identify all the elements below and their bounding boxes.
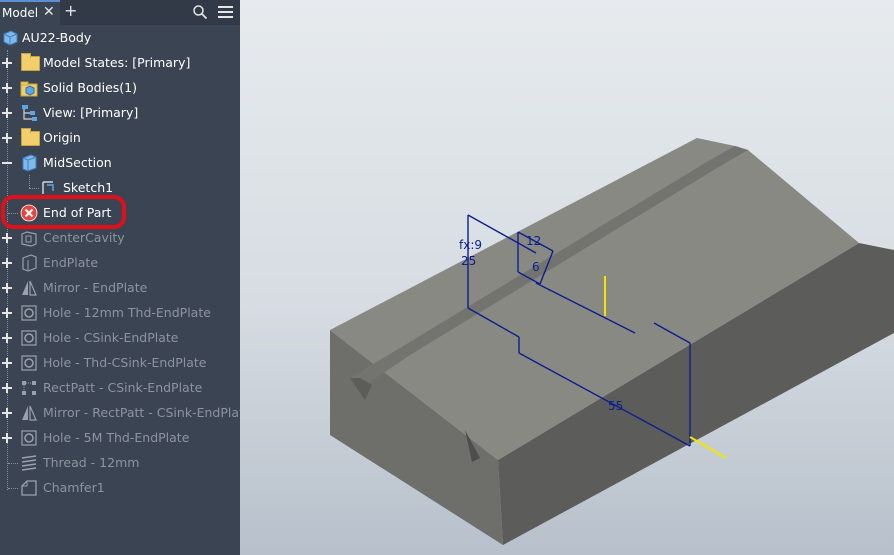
highlight-ring: [1, 195, 126, 229]
tree-item-chamfer1[interactable]: Chamfer1: [0, 476, 240, 501]
tree-item-label: CenterCavity: [43, 230, 125, 245]
tree-item-midsection[interactable]: MidSection: [0, 151, 240, 176]
rectangular-pattern-icon: [22, 381, 36, 395]
tab-model[interactable]: Model ✕: [0, 0, 60, 25]
folder-icon: [21, 53, 40, 71]
tree-item-label: Hole - 5M Thd-EndPlate: [43, 430, 190, 445]
part-model: 12 6 fx:9 25 55: [330, 138, 894, 545]
browser-tab-bar: Model ✕ +: [0, 0, 240, 25]
collapse-icon[interactable]: [2, 158, 13, 169]
tree-item-mirror-endplate[interactable]: Mirror - EndPlate: [0, 276, 240, 301]
expand-icon[interactable]: [2, 58, 13, 69]
close-icon[interactable]: ✕: [43, 4, 55, 20]
tab-model-label: Model: [2, 6, 39, 20]
model-browser-panel: Model ✕ + AU22-Body Model States: [Prima…: [0, 0, 252, 555]
tree-item-label: Chamfer1: [43, 480, 105, 495]
expand-icon[interactable]: [2, 83, 13, 94]
mirror-icon: [22, 280, 37, 296]
tree-item-label: View: [Primary]: [43, 105, 139, 120]
expand-icon[interactable]: [2, 408, 13, 419]
hole-icon: [21, 355, 37, 371]
cut-feature-icon: [21, 231, 37, 247]
chamfer-icon: [21, 480, 37, 496]
expand-icon[interactable]: [2, 433, 13, 444]
tree-root-label: AU22-Body: [22, 30, 92, 45]
tree-item-model-states[interactable]: Model States: [Primary]: [0, 51, 240, 76]
tree-item-label: Hole - CSink-EndPlate: [43, 330, 179, 345]
x-axis-line: [689, 436, 727, 459]
view-rep-icon: [22, 105, 37, 121]
solid-bodies-folder-icon: [20, 81, 38, 97]
thread-icon: [21, 455, 37, 471]
tree-item-view[interactable]: View: [Primary]: [0, 101, 240, 126]
hamburger-menu-icon[interactable]: [218, 6, 233, 19]
tree-item-label: Thread - 12mm: [43, 455, 140, 470]
hole-icon: [21, 430, 37, 446]
extrude-icon: [22, 154, 37, 172]
expand-icon[interactable]: [2, 108, 13, 119]
folder-icon: [21, 128, 40, 146]
expand-icon[interactable]: [2, 333, 13, 344]
dimension-fx9[interactable]: fx:9: [459, 238, 482, 252]
expand-icon[interactable]: [2, 308, 13, 319]
tree-item-hole-5m[interactable]: Hole - 5M Thd-EndPlate: [0, 426, 240, 451]
tree-item-label: Origin: [43, 130, 81, 145]
tree-item-label: Mirror - RectPatt - CSink-EndPlate: [43, 405, 252, 420]
tree-item-thread[interactable]: Thread - 12mm: [0, 451, 240, 476]
expand-icon[interactable]: [2, 258, 13, 269]
tree-root-part[interactable]: AU22-Body: [0, 26, 240, 51]
mirror-icon: [22, 405, 37, 421]
tree-item-label: MidSection: [43, 155, 112, 170]
extrude-icon: [22, 254, 37, 272]
tree-item-endplate[interactable]: EndPlate: [0, 251, 240, 276]
expand-icon[interactable]: [2, 358, 13, 369]
search-icon[interactable]: [193, 5, 207, 19]
expand-icon[interactable]: [2, 383, 13, 394]
tree-item-label: Solid Bodies(1): [43, 80, 137, 95]
tree-item-label: Sketch1: [63, 180, 114, 195]
expand-icon[interactable]: [2, 283, 13, 294]
add-tab-icon[interactable]: +: [64, 1, 77, 20]
graphics-viewport[interactable]: 12 6 fx:9 25 55: [240, 0, 894, 555]
tree-item-label: EndPlate: [43, 255, 99, 270]
tree-item-centercavity[interactable]: CenterCavity: [0, 226, 240, 251]
tree-item-label: Mirror - EndPlate: [43, 280, 148, 295]
tree-item-solid-bodies[interactable]: Solid Bodies(1): [0, 76, 240, 101]
expand-icon[interactable]: [2, 233, 13, 244]
tree-item-label: Hole - 12mm Thd-EndPlate: [43, 305, 211, 320]
hole-icon: [21, 305, 37, 321]
part-cube-icon: [3, 30, 18, 46]
tree-item-label: RectPatt - CSink-EndPlate: [43, 380, 203, 395]
tree-item-origin[interactable]: Origin: [0, 126, 240, 151]
dimension-6[interactable]: 6: [532, 260, 540, 274]
hole-icon: [21, 330, 37, 346]
dimension-12[interactable]: 12: [526, 234, 541, 248]
tree-item-hole-thd-csink[interactable]: Hole - Thd-CSink-EndPlate: [0, 351, 240, 376]
expand-icon[interactable]: [2, 133, 13, 144]
tree-item-label: Hole - Thd-CSink-EndPlate: [43, 355, 207, 370]
tree-item-label: Model States: [Primary]: [43, 55, 191, 70]
dimension-55[interactable]: 55: [608, 399, 623, 413]
dimension-25[interactable]: 25: [461, 254, 476, 268]
tree-item-rectpatt[interactable]: RectPatt - CSink-EndPlate: [0, 376, 240, 401]
tree-item-hole-csink[interactable]: Hole - CSink-EndPlate: [0, 326, 240, 351]
tree-item-mirror-rectpatt[interactable]: Mirror - RectPatt - CSink-EndPlate: [0, 401, 252, 426]
tree-item-hole-12mm[interactable]: Hole - 12mm Thd-EndPlate: [0, 301, 240, 326]
